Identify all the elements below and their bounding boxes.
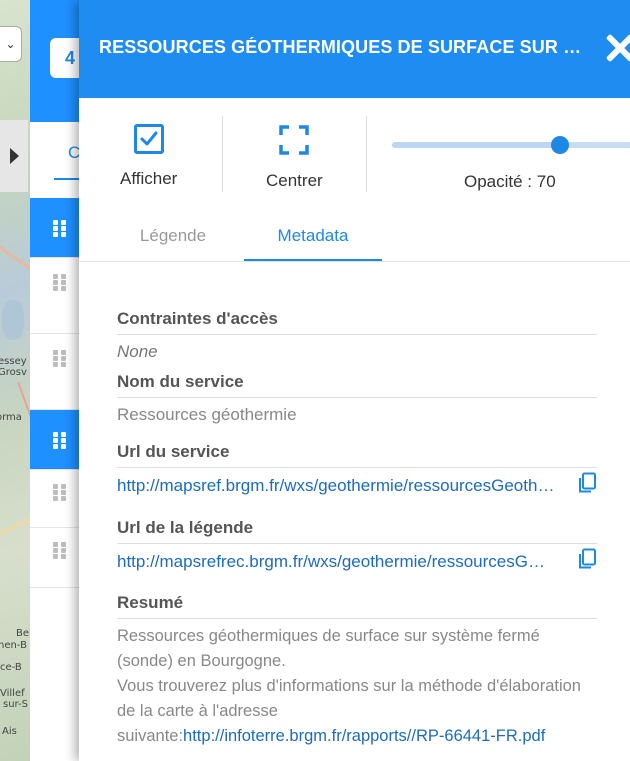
opacity-slider-track[interactable] [392, 142, 630, 148]
expand-panel-button[interactable] [0, 120, 28, 192]
opacity-slider-fill [392, 142, 560, 148]
show-layer-checkbox[interactable] [134, 124, 164, 154]
drag-handle-icon[interactable] [53, 220, 67, 237]
service-url-section: Url du service http://mapsref.brgm.fr/wx… [117, 440, 597, 498]
opacity-label: Opacité : 70 [464, 172, 556, 191]
drag-handle-icon[interactable] [53, 274, 67, 291]
active-tab-indicator [244, 259, 382, 261]
map-label: essey [0, 356, 27, 367]
summary-section: Resumé Ressources géothermiques de surfa… [117, 591, 597, 749]
divider [117, 543, 597, 544]
divider [117, 467, 597, 468]
divider [117, 618, 597, 619]
drag-handle-icon[interactable] [53, 542, 67, 559]
summary-text: Ressources géothermiques de surface sur … [117, 624, 597, 749]
service-name-label: Nom du service [117, 372, 244, 391]
access-constraints-label: Contraintes d'accès [117, 309, 278, 328]
fullscreen-center-icon[interactable] [279, 125, 309, 155]
map-label: Bel [16, 628, 30, 639]
show-layer-label: Afficher [120, 169, 178, 188]
access-constraints-value: None [117, 342, 158, 361]
tab-metadata[interactable]: Metadata [244, 210, 382, 262]
summary-description: Ressources géothermiques de surface sur … [117, 627, 540, 670]
drag-handle-icon[interactable] [53, 432, 67, 449]
service-url-label: Url du service [117, 442, 230, 461]
opacity-slider-thumb[interactable] [551, 136, 569, 154]
center-layer-label[interactable]: Centrer [266, 171, 323, 191]
tabs-divider [79, 261, 630, 262]
summary-label: Resumé [117, 593, 184, 612]
map-label: Ais [2, 726, 17, 737]
panel-header: RESSOURCES GÉOTHERMIQUES DE SURFACE SUR … [79, 0, 630, 98]
divider [117, 334, 597, 335]
report-link[interactable]: http://infoterre.brgm.fr/rapports//RP-66… [183, 727, 545, 745]
service-url-link[interactable]: http://mapsref.brgm.fr/wxs/geothermie/re… [117, 474, 557, 498]
copy-icon[interactable] [577, 548, 597, 570]
caret-right-icon [9, 148, 19, 164]
map-label: orma [0, 412, 22, 423]
checkmark-icon [140, 131, 158, 146]
layer-details-panel: RESSOURCES GÉOTHERMIQUES DE SURFACE SUR … [79, 0, 630, 761]
map-lake [2, 300, 24, 340]
layer-title: RESSOURCES GÉOTHERMIQUES DE SURFACE SUR … [99, 37, 589, 57]
divider [117, 397, 597, 398]
legend-url-section: Url de la légende http://mapsrefrec.brgm… [117, 516, 597, 574]
map-road [0, 243, 30, 280]
map-label: Grosv [0, 367, 27, 378]
service-name-value: Ressources géothermie [117, 405, 297, 424]
service-name-section: Nom du service Ressources géothermie [117, 370, 597, 427]
map-road [0, 507, 30, 536]
chevron-down-icon: ⌄ [5, 37, 16, 51]
close-button[interactable] [605, 31, 630, 65]
map-label: ce-B [0, 662, 22, 673]
map-label: sur-S [3, 699, 28, 710]
legend-url-link[interactable]: http://mapsrefrec.brgm.fr/wxs/geothermie… [117, 550, 549, 574]
copy-icon[interactable] [577, 472, 597, 494]
map-label: nen-B [0, 640, 27, 651]
access-constraints-section: Contraintes d'accès None [117, 307, 597, 364]
drag-handle-icon[interactable] [53, 350, 67, 367]
drag-handle-icon[interactable] [53, 484, 67, 501]
tab-legend[interactable]: Légende [109, 210, 237, 262]
legend-url-label: Url de la légende [117, 518, 254, 537]
map-background[interactable]: essey Grosv orma Bel nen-B ce-B Villef s… [0, 0, 30, 761]
divider [366, 116, 367, 192]
map-label: Villef [0, 688, 25, 699]
basemap-dropdown[interactable]: ⌄ [0, 26, 22, 62]
divider [222, 116, 223, 192]
